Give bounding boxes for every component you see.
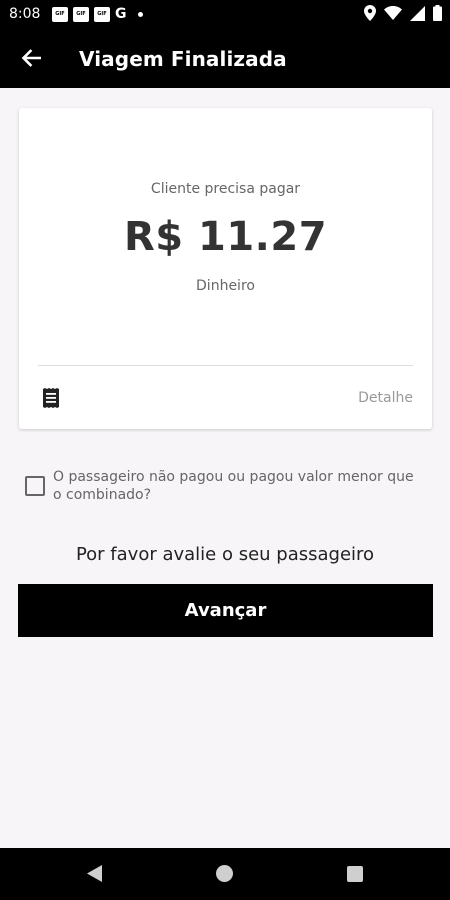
back-button[interactable] [14, 41, 48, 75]
arrow-left-icon [21, 49, 41, 67]
location-icon [364, 5, 376, 21]
google-notification-icon: G [115, 6, 127, 22]
card-divider [38, 365, 413, 366]
signal-icon [410, 5, 425, 21]
more-notifications-dot-icon [137, 11, 143, 17]
system-icons [364, 5, 442, 21]
payment-card: Cliente precisa pagar R$ 11.27 Dinheiro … [19, 108, 432, 429]
payment-amount: R$ 11.27 [123, 214, 328, 260]
recents-square-icon[interactable] [347, 866, 363, 882]
page-title: Viagem Finalizada [79, 47, 287, 71]
next-button[interactable]: Avançar [18, 584, 433, 637]
status-bar: 8:08 GIF GIF GIF G [0, 0, 450, 28]
battery-icon [433, 5, 442, 21]
not-paid-label[interactable]: O passageiro não pagou ou pagou valor me… [53, 468, 425, 504]
payment-method: Dinheiro [196, 278, 255, 294]
not-paid-checkbox[interactable] [25, 476, 45, 496]
wifi-icon [384, 6, 402, 20]
gif-notification-icon: GIF [52, 6, 68, 22]
status-time: 8:08 [9, 6, 41, 22]
notification-icons: GIF GIF GIF G [52, 6, 143, 22]
receipt-icon[interactable] [41, 388, 61, 408]
detail-link[interactable]: Detalhe [358, 390, 413, 406]
back-triangle-icon[interactable] [86, 864, 103, 883]
home-circle-icon[interactable] [216, 865, 233, 882]
payment-label: Cliente precisa pagar [150, 181, 301, 197]
gif-notification-icon: GIF [73, 6, 89, 22]
system-nav-bar [0, 848, 450, 900]
rate-passenger-prompt: Por favor avalie o seu passageiro [75, 544, 375, 565]
gif-notification-icon: GIF [94, 6, 110, 22]
app-bar: Viagem Finalizada [0, 28, 450, 88]
